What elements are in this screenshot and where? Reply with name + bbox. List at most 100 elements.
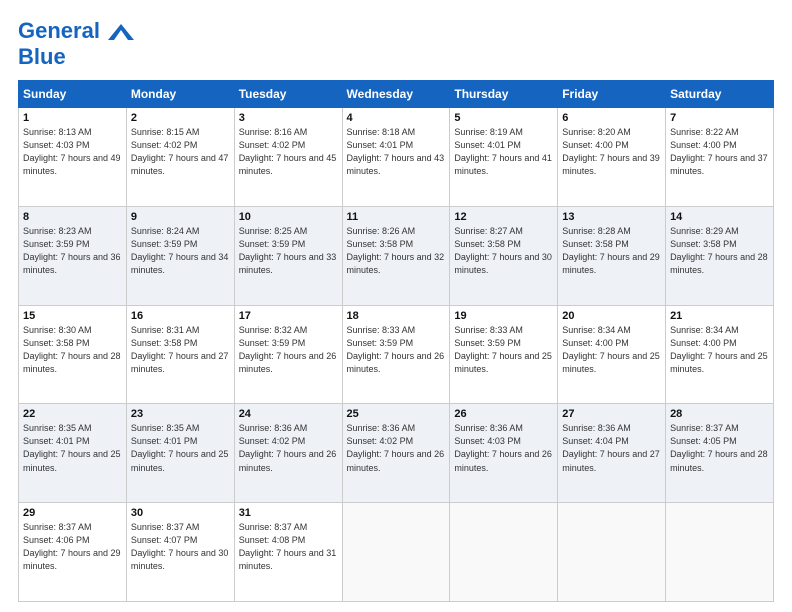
day-number: 29 [23, 507, 122, 519]
day-number: 20 [562, 310, 661, 322]
day-info: Sunrise: 8:26 AMSunset: 3:58 PMDaylight:… [347, 226, 445, 275]
day-info: Sunrise: 8:25 AMSunset: 3:59 PMDaylight:… [239, 226, 337, 275]
calendar-day-cell [450, 503, 558, 602]
day-info: Sunrise: 8:29 AMSunset: 3:58 PMDaylight:… [670, 226, 768, 275]
day-number: 16 [131, 310, 230, 322]
calendar-day-cell: 2 Sunrise: 8:15 AMSunset: 4:02 PMDayligh… [126, 108, 234, 207]
day-number: 17 [239, 310, 338, 322]
day-info: Sunrise: 8:27 AMSunset: 3:58 PMDaylight:… [454, 226, 552, 275]
day-number: 31 [239, 507, 338, 519]
day-info: Sunrise: 8:20 AMSunset: 4:00 PMDaylight:… [562, 127, 660, 176]
day-info: Sunrise: 8:13 AMSunset: 4:03 PMDaylight:… [23, 127, 121, 176]
day-number: 6 [562, 112, 661, 124]
day-info: Sunrise: 8:15 AMSunset: 4:02 PMDaylight:… [131, 127, 229, 176]
day-info: Sunrise: 8:19 AMSunset: 4:01 PMDaylight:… [454, 127, 552, 176]
calendar-day-cell: 3 Sunrise: 8:16 AMSunset: 4:02 PMDayligh… [234, 108, 342, 207]
calendar-day-cell [558, 503, 666, 602]
calendar-day-cell: 19 Sunrise: 8:33 AMSunset: 3:59 PMDaylig… [450, 305, 558, 404]
calendar-day-cell: 6 Sunrise: 8:20 AMSunset: 4:00 PMDayligh… [558, 108, 666, 207]
calendar-day-cell [666, 503, 774, 602]
calendar-week-row: 22 Sunrise: 8:35 AMSunset: 4:01 PMDaylig… [19, 404, 774, 503]
day-info: Sunrise: 8:36 AMSunset: 4:02 PMDaylight:… [347, 423, 445, 472]
calendar-day-cell: 8 Sunrise: 8:23 AMSunset: 3:59 PMDayligh… [19, 206, 127, 305]
day-info: Sunrise: 8:37 AMSunset: 4:06 PMDaylight:… [23, 522, 121, 571]
weekday-header: Wednesday [342, 81, 450, 108]
day-info: Sunrise: 8:24 AMSunset: 3:59 PMDaylight:… [131, 226, 229, 275]
day-info: Sunrise: 8:35 AMSunset: 4:01 PMDaylight:… [131, 423, 229, 472]
calendar-day-cell: 9 Sunrise: 8:24 AMSunset: 3:59 PMDayligh… [126, 206, 234, 305]
day-number: 7 [670, 112, 769, 124]
day-info: Sunrise: 8:37 AMSunset: 4:05 PMDaylight:… [670, 423, 768, 472]
calendar-day-cell: 24 Sunrise: 8:36 AMSunset: 4:02 PMDaylig… [234, 404, 342, 503]
calendar-day-cell: 16 Sunrise: 8:31 AMSunset: 3:58 PMDaylig… [126, 305, 234, 404]
calendar-day-cell: 29 Sunrise: 8:37 AMSunset: 4:06 PMDaylig… [19, 503, 127, 602]
calendar-day-cell: 20 Sunrise: 8:34 AMSunset: 4:00 PMDaylig… [558, 305, 666, 404]
logo-text: General [18, 18, 134, 44]
day-number: 5 [454, 112, 553, 124]
calendar-day-cell: 17 Sunrise: 8:32 AMSunset: 3:59 PMDaylig… [234, 305, 342, 404]
calendar-table: SundayMondayTuesdayWednesdayThursdayFrid… [18, 80, 774, 602]
weekday-header: Tuesday [234, 81, 342, 108]
day-number: 23 [131, 408, 230, 420]
calendar-day-cell [342, 503, 450, 602]
day-number: 21 [670, 310, 769, 322]
calendar-day-cell: 5 Sunrise: 8:19 AMSunset: 4:01 PMDayligh… [450, 108, 558, 207]
day-number: 8 [23, 211, 122, 223]
day-number: 18 [347, 310, 446, 322]
calendar-day-cell: 18 Sunrise: 8:33 AMSunset: 3:59 PMDaylig… [342, 305, 450, 404]
weekday-header: Friday [558, 81, 666, 108]
calendar-day-cell: 22 Sunrise: 8:35 AMSunset: 4:01 PMDaylig… [19, 404, 127, 503]
day-info: Sunrise: 8:34 AMSunset: 4:00 PMDaylight:… [562, 325, 660, 374]
calendar-day-cell: 4 Sunrise: 8:18 AMSunset: 4:01 PMDayligh… [342, 108, 450, 207]
day-number: 15 [23, 310, 122, 322]
day-number: 11 [347, 211, 446, 223]
calendar-day-cell: 13 Sunrise: 8:28 AMSunset: 3:58 PMDaylig… [558, 206, 666, 305]
day-number: 9 [131, 211, 230, 223]
calendar-header-row: SundayMondayTuesdayWednesdayThursdayFrid… [19, 81, 774, 108]
day-info: Sunrise: 8:23 AMSunset: 3:59 PMDaylight:… [23, 226, 121, 275]
day-number: 12 [454, 211, 553, 223]
day-info: Sunrise: 8:16 AMSunset: 4:02 PMDaylight:… [239, 127, 337, 176]
calendar-week-row: 1 Sunrise: 8:13 AMSunset: 4:03 PMDayligh… [19, 108, 774, 207]
day-info: Sunrise: 8:37 AMSunset: 4:08 PMDaylight:… [239, 522, 337, 571]
day-info: Sunrise: 8:36 AMSunset: 4:04 PMDaylight:… [562, 423, 660, 472]
calendar-day-cell: 25 Sunrise: 8:36 AMSunset: 4:02 PMDaylig… [342, 404, 450, 503]
day-number: 30 [131, 507, 230, 519]
day-info: Sunrise: 8:36 AMSunset: 4:02 PMDaylight:… [239, 423, 337, 472]
day-info: Sunrise: 8:35 AMSunset: 4:01 PMDaylight:… [23, 423, 121, 472]
weekday-header: Thursday [450, 81, 558, 108]
calendar-day-cell: 26 Sunrise: 8:36 AMSunset: 4:03 PMDaylig… [450, 404, 558, 503]
day-number: 19 [454, 310, 553, 322]
calendar-day-cell: 21 Sunrise: 8:34 AMSunset: 4:00 PMDaylig… [666, 305, 774, 404]
day-number: 27 [562, 408, 661, 420]
calendar-day-cell: 15 Sunrise: 8:30 AMSunset: 3:58 PMDaylig… [19, 305, 127, 404]
day-number: 25 [347, 408, 446, 420]
calendar-day-cell: 7 Sunrise: 8:22 AMSunset: 4:00 PMDayligh… [666, 108, 774, 207]
day-info: Sunrise: 8:33 AMSunset: 3:59 PMDaylight:… [347, 325, 445, 374]
logo-icon [108, 24, 134, 40]
day-number: 24 [239, 408, 338, 420]
day-info: Sunrise: 8:33 AMSunset: 3:59 PMDaylight:… [454, 325, 552, 374]
calendar-week-row: 29 Sunrise: 8:37 AMSunset: 4:06 PMDaylig… [19, 503, 774, 602]
header: General Blue [18, 18, 774, 70]
day-info: Sunrise: 8:18 AMSunset: 4:01 PMDaylight:… [347, 127, 445, 176]
day-number: 1 [23, 112, 122, 124]
day-number: 26 [454, 408, 553, 420]
day-info: Sunrise: 8:22 AMSunset: 4:00 PMDaylight:… [670, 127, 768, 176]
calendar-day-cell: 23 Sunrise: 8:35 AMSunset: 4:01 PMDaylig… [126, 404, 234, 503]
weekday-header: Sunday [19, 81, 127, 108]
day-number: 4 [347, 112, 446, 124]
day-number: 22 [23, 408, 122, 420]
day-info: Sunrise: 8:31 AMSunset: 3:58 PMDaylight:… [131, 325, 229, 374]
weekday-header: Saturday [666, 81, 774, 108]
day-number: 14 [670, 211, 769, 223]
calendar-day-cell: 27 Sunrise: 8:36 AMSunset: 4:04 PMDaylig… [558, 404, 666, 503]
calendar-day-cell: 14 Sunrise: 8:29 AMSunset: 3:58 PMDaylig… [666, 206, 774, 305]
day-info: Sunrise: 8:36 AMSunset: 4:03 PMDaylight:… [454, 423, 552, 472]
page: General Blue SundayMondayTuesdayWednesda… [0, 0, 792, 612]
calendar-day-cell: 12 Sunrise: 8:27 AMSunset: 3:58 PMDaylig… [450, 206, 558, 305]
day-number: 28 [670, 408, 769, 420]
day-info: Sunrise: 8:34 AMSunset: 4:00 PMDaylight:… [670, 325, 768, 374]
weekday-header: Monday [126, 81, 234, 108]
day-info: Sunrise: 8:30 AMSunset: 3:58 PMDaylight:… [23, 325, 121, 374]
